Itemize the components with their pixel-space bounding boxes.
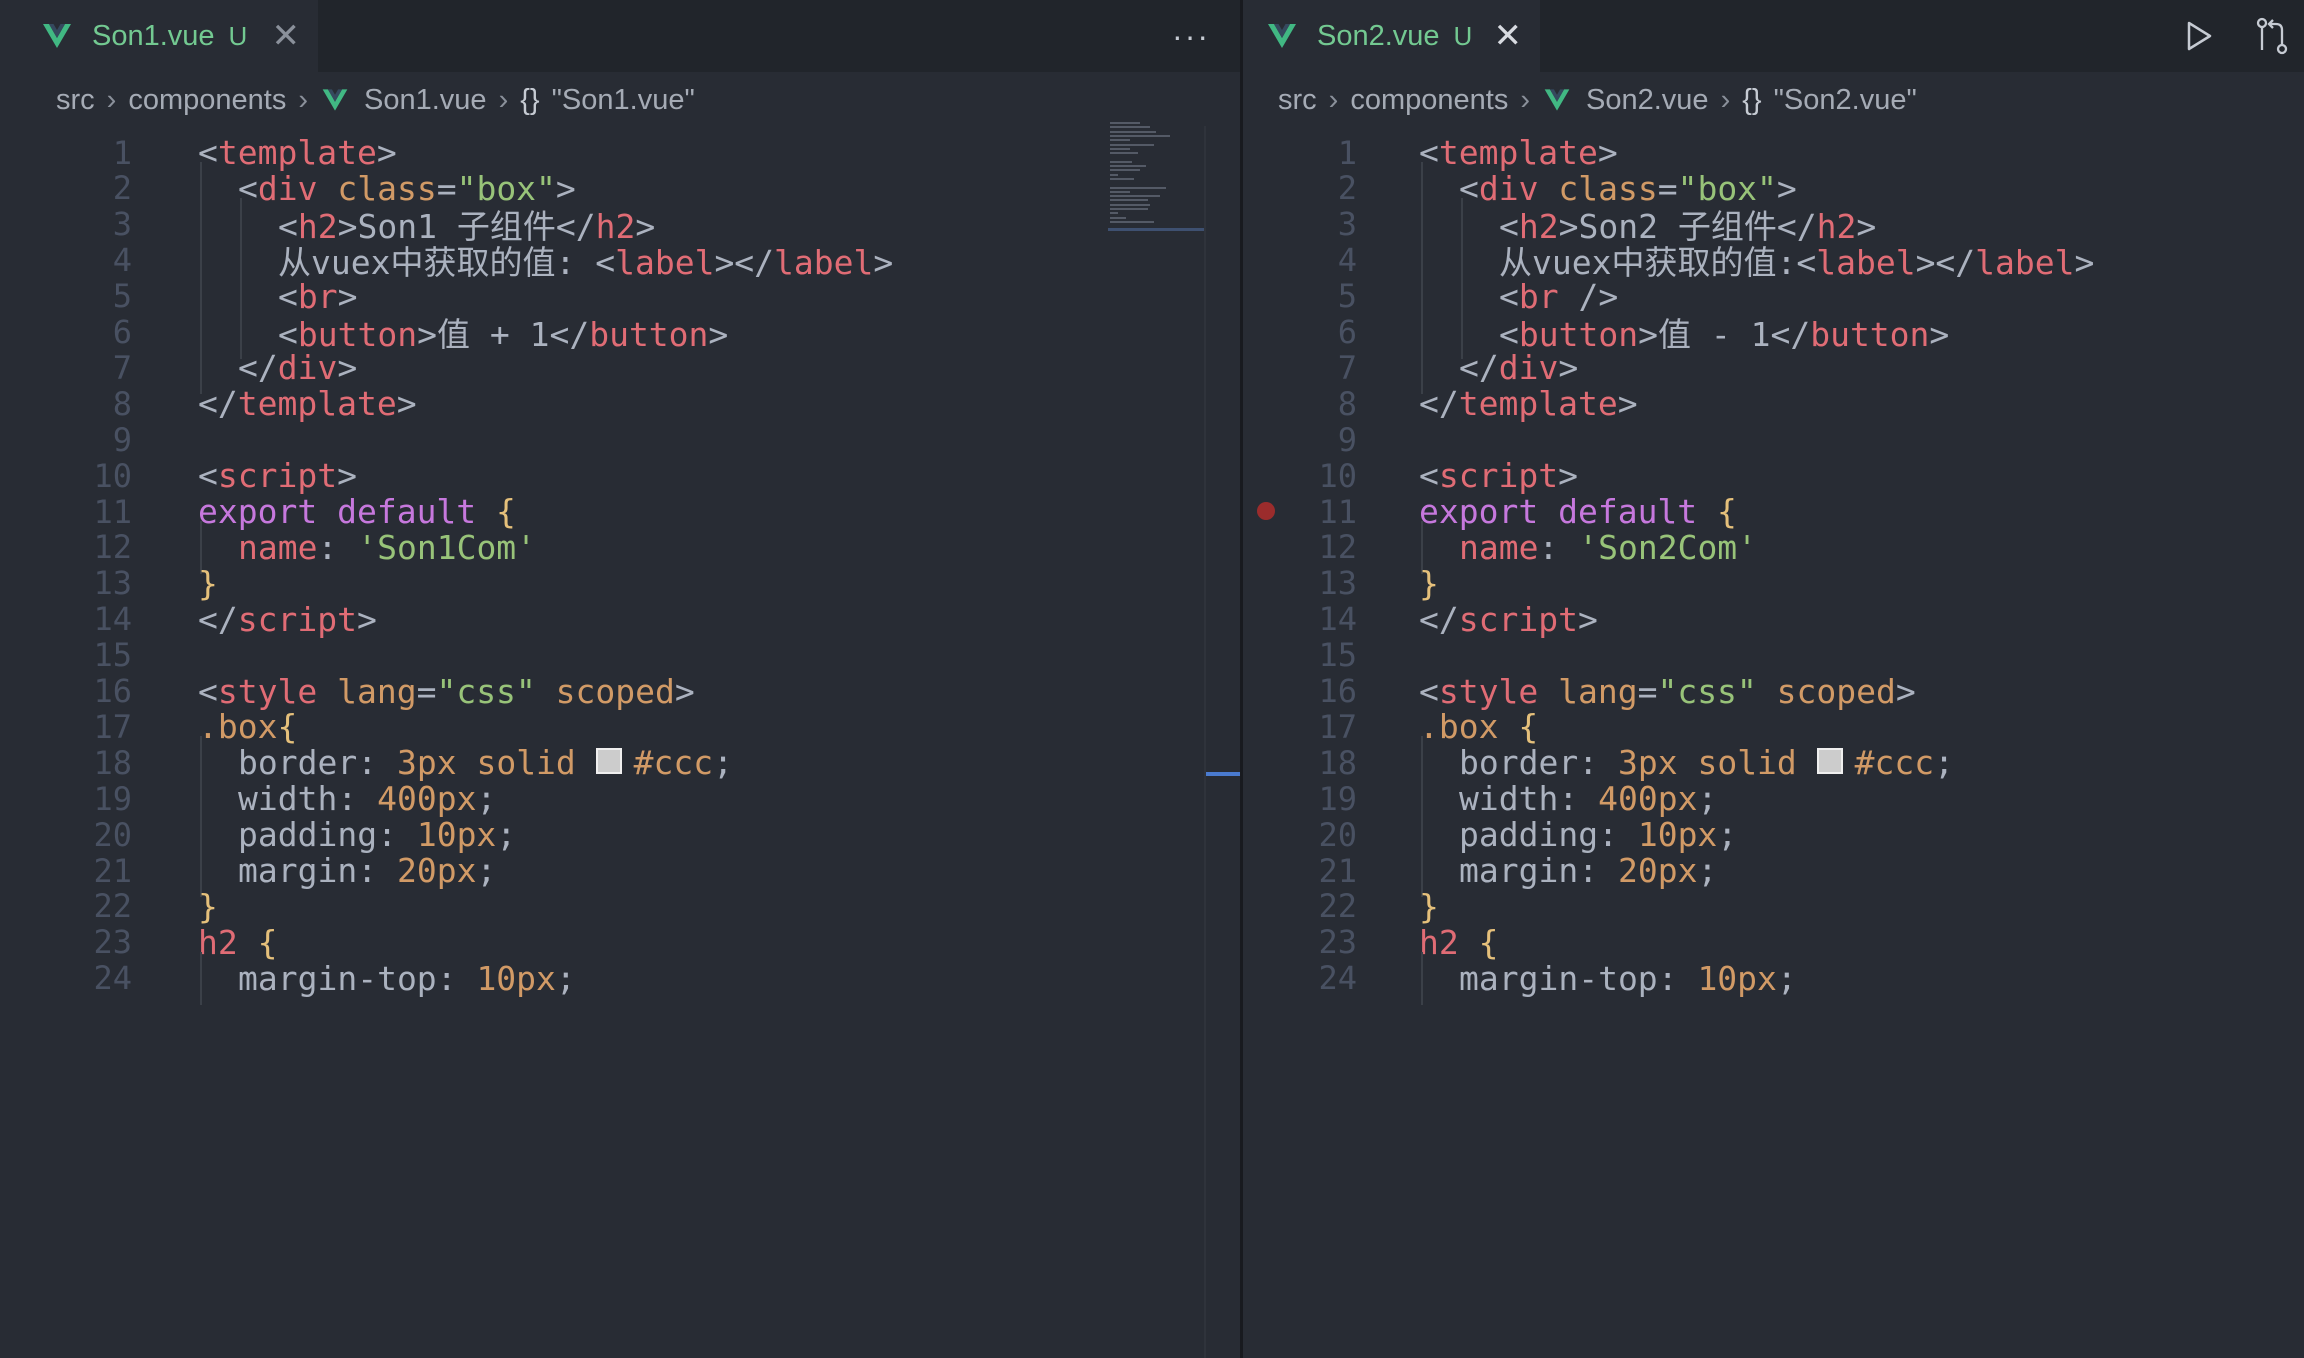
- minimap-line: [1110, 212, 1118, 215]
- vue-icon: [1265, 19, 1299, 53]
- close-icon[interactable]: ✕: [1494, 19, 1523, 53]
- line-number: 24: [93, 959, 132, 998]
- minimap-line: [1110, 216, 1126, 219]
- minimap-line: [1110, 152, 1138, 155]
- code-editor-left[interactable]: 1 <template> 2 <div class="box"> 3 <h2>Son1 子…: [0, 126, 1240, 1358]
- minimap-line: [1110, 130, 1156, 133]
- chevron-right-icon: ›: [298, 83, 309, 116]
- code-text: margin-top: 10px;: [238, 959, 576, 998]
- token-punc: ;: [1776, 958, 1797, 998]
- tab-bar-right: Son2.vue U ✕: [1243, 0, 2304, 72]
- minimap-line: [1110, 134, 1170, 137]
- editor-group-left: Son1.vue U ✕ ··· src › components › Son1…: [0, 0, 1240, 1358]
- breadcrumb-folder-src[interactable]: src: [1278, 84, 1317, 117]
- tab-son2-vue[interactable]: Son2.vue U ✕: [1243, 0, 1540, 72]
- breadcrumb: src › components › Son1.vue › {} "Son1.v…: [0, 72, 1240, 128]
- token-punc: :: [1657, 958, 1698, 998]
- editor-group-right: Son2.vue U ✕ src › components › Son2.vue…: [1243, 0, 2304, 1358]
- tab-son1-vue[interactable]: Son1.vue U ✕: [0, 0, 318, 72]
- minimap-line: [1110, 147, 1130, 150]
- color-swatch[interactable]: [595, 747, 622, 774]
- minimap-viewport[interactable]: [1108, 228, 1206, 231]
- more-actions-icon[interactable]: ···: [1172, 18, 1210, 55]
- code-text: margin-top: 10px;: [1459, 959, 1797, 998]
- breadcrumb-symbol[interactable]: "Son2.vue": [1774, 84, 1917, 117]
- run-icon[interactable]: [2184, 19, 2214, 53]
- chevron-right-icon: ›: [1520, 83, 1531, 116]
- minimap-line: [1110, 177, 1134, 180]
- tab-label: Son1.vue: [92, 19, 215, 52]
- token-num: 10px: [476, 958, 556, 998]
- minimap-line: [1110, 160, 1132, 163]
- code-editor-right[interactable]: 1 <template> 2 <div class="box"> 3 <h2>Son2 子…: [1243, 126, 2304, 1358]
- minimap-line: [1110, 220, 1154, 223]
- symbol-braces-icon: {}: [1742, 83, 1762, 116]
- minimap-line: [1110, 203, 1150, 206]
- minimap-line: [1110, 165, 1146, 167]
- close-icon[interactable]: ✕: [272, 19, 301, 53]
- vue-icon: [1542, 85, 1572, 115]
- minimap[interactable]: [1108, 122, 1206, 232]
- editor-actions-right: [2184, 0, 2290, 72]
- breadcrumb-file[interactable]: Son1.vue: [364, 84, 487, 117]
- chevron-right-icon: ›: [498, 83, 509, 116]
- token-punc: :: [436, 958, 477, 998]
- token-punc: ;: [555, 958, 576, 998]
- tab-bar-left: Son1.vue U ✕ ···: [0, 0, 1240, 72]
- untracked-status-badge: U: [228, 20, 248, 51]
- minimap-line: [1110, 199, 1148, 202]
- token-prop: margin-top: [1459, 958, 1658, 998]
- chevron-right-icon: ›: [1720, 83, 1731, 116]
- token-prop: margin-top: [238, 958, 437, 998]
- scrollbar[interactable]: [1204, 126, 1206, 1358]
- minimap-line: [1110, 173, 1118, 176]
- breakpoint-icon[interactable]: [1257, 502, 1275, 520]
- indent-guide: [200, 951, 202, 1005]
- minimap-line: [1110, 169, 1140, 172]
- vue-icon: [40, 19, 74, 53]
- indent-guide: [1421, 951, 1423, 1005]
- code-line[interactable]: 24 margin-top: 10px;: [0, 951, 1240, 1005]
- minimap-line: [1110, 186, 1166, 189]
- scrollbar-cursor-marker: [1206, 772, 1240, 776]
- minimap-line: [1110, 126, 1150, 129]
- vue-icon: [320, 85, 350, 115]
- breadcrumb-folder-src[interactable]: src: [56, 84, 95, 117]
- minimap-line: [1110, 122, 1140, 124]
- breadcrumb-file[interactable]: Son2.vue: [1586, 84, 1709, 117]
- code-line[interactable]: 24 margin-top: 10px;: [1243, 951, 2304, 1005]
- minimap-line: [1110, 139, 1130, 142]
- symbol-braces-icon: {}: [520, 83, 540, 116]
- untracked-status-badge: U: [1453, 20, 1473, 51]
- breadcrumb: src › components › Son2.vue › {} "Son2.v…: [1243, 72, 2304, 128]
- token-num: 10px: [1697, 958, 1777, 998]
- tab-label: Son2.vue: [1317, 19, 1440, 52]
- chevron-right-icon: ›: [1328, 83, 1339, 116]
- line-number: 24: [1318, 959, 1357, 998]
- minimap-line: [1110, 208, 1148, 210]
- breadcrumb-folder-components[interactable]: components: [128, 84, 286, 117]
- open-changes-icon[interactable]: [2254, 16, 2290, 56]
- color-swatch[interactable]: [1816, 747, 1843, 774]
- minimap-line: [1110, 195, 1160, 198]
- chevron-right-icon: ›: [106, 83, 117, 116]
- breadcrumb-symbol[interactable]: "Son1.vue": [552, 84, 695, 117]
- breadcrumb-folder-components[interactable]: components: [1350, 84, 1508, 117]
- minimap-line: [1110, 143, 1154, 146]
- editor-actions-left: ···: [1172, 0, 1210, 72]
- minimap-line: [1110, 190, 1130, 193]
